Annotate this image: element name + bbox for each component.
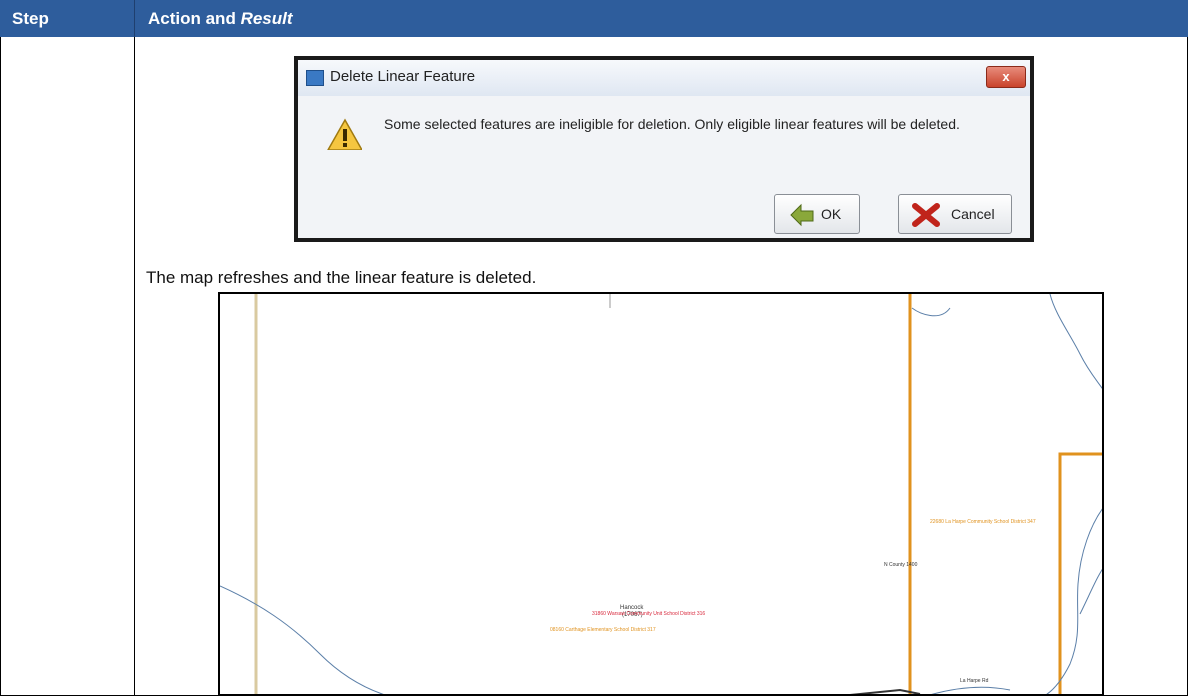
close-icon: x <box>1002 69 1010 84</box>
dialog-body: Some selected features are ineligible fo… <box>298 96 1030 238</box>
ok-button[interactable]: OK <box>774 194 860 234</box>
action-header-text: Action and <box>148 9 241 28</box>
river-line <box>931 686 1011 694</box>
header-divider <box>134 0 135 37</box>
result-caption: The map refreshes and the linear feature… <box>146 268 537 287</box>
map-view: Hancock (17067) 31860 Warsaw Community U… <box>218 292 1104 696</box>
road-label: N County 1400 <box>884 562 918 568</box>
river-line <box>220 585 384 694</box>
dialog-title: Delete Linear Feature <box>330 68 476 85</box>
column-divider <box>134 37 135 696</box>
dialog-title-bar: Delete Linear Feature x <box>298 60 1030 96</box>
step-column-header: Step <box>12 9 49 28</box>
table-header: Step Action and Result <box>0 0 1188 37</box>
river-line <box>1049 294 1102 389</box>
cancel-x-icon <box>912 203 940 227</box>
boundary-line <box>1058 452 1102 694</box>
result-header-text: Result <box>240 9 293 28</box>
river-line <box>1046 508 1102 694</box>
cancel-button[interactable]: Cancel <box>898 194 1012 234</box>
district-label-orange: 08160 Carthage Elementary School Distric… <box>550 627 656 633</box>
close-button[interactable]: x <box>986 66 1026 88</box>
road-line <box>849 688 921 694</box>
ok-button-label: OK <box>821 206 842 222</box>
action-column-header: Action and Result <box>148 0 293 37</box>
road-label: La Harpe Rd <box>960 678 989 684</box>
river-line <box>911 307 951 317</box>
delete-linear-feature-dialog: Delete Linear Feature x Some selected fe… <box>294 56 1034 242</box>
procedure-table: Step Action and Result Delete Linear Fea… <box>0 0 1188 696</box>
map-canvas <box>220 294 1102 694</box>
district-label-orange: 22680 La Harpe Community School District… <box>930 519 1036 525</box>
app-icon <box>306 70 324 86</box>
warning-icon <box>327 118 362 150</box>
dialog-message: Some selected features are ineligible fo… <box>384 116 960 132</box>
ok-arrow-icon <box>790 203 814 227</box>
cancel-button-label: Cancel <box>951 206 995 222</box>
district-label-red: 31860 Warsaw Community Unit School Distr… <box>592 611 706 617</box>
river-line <box>1079 568 1102 615</box>
